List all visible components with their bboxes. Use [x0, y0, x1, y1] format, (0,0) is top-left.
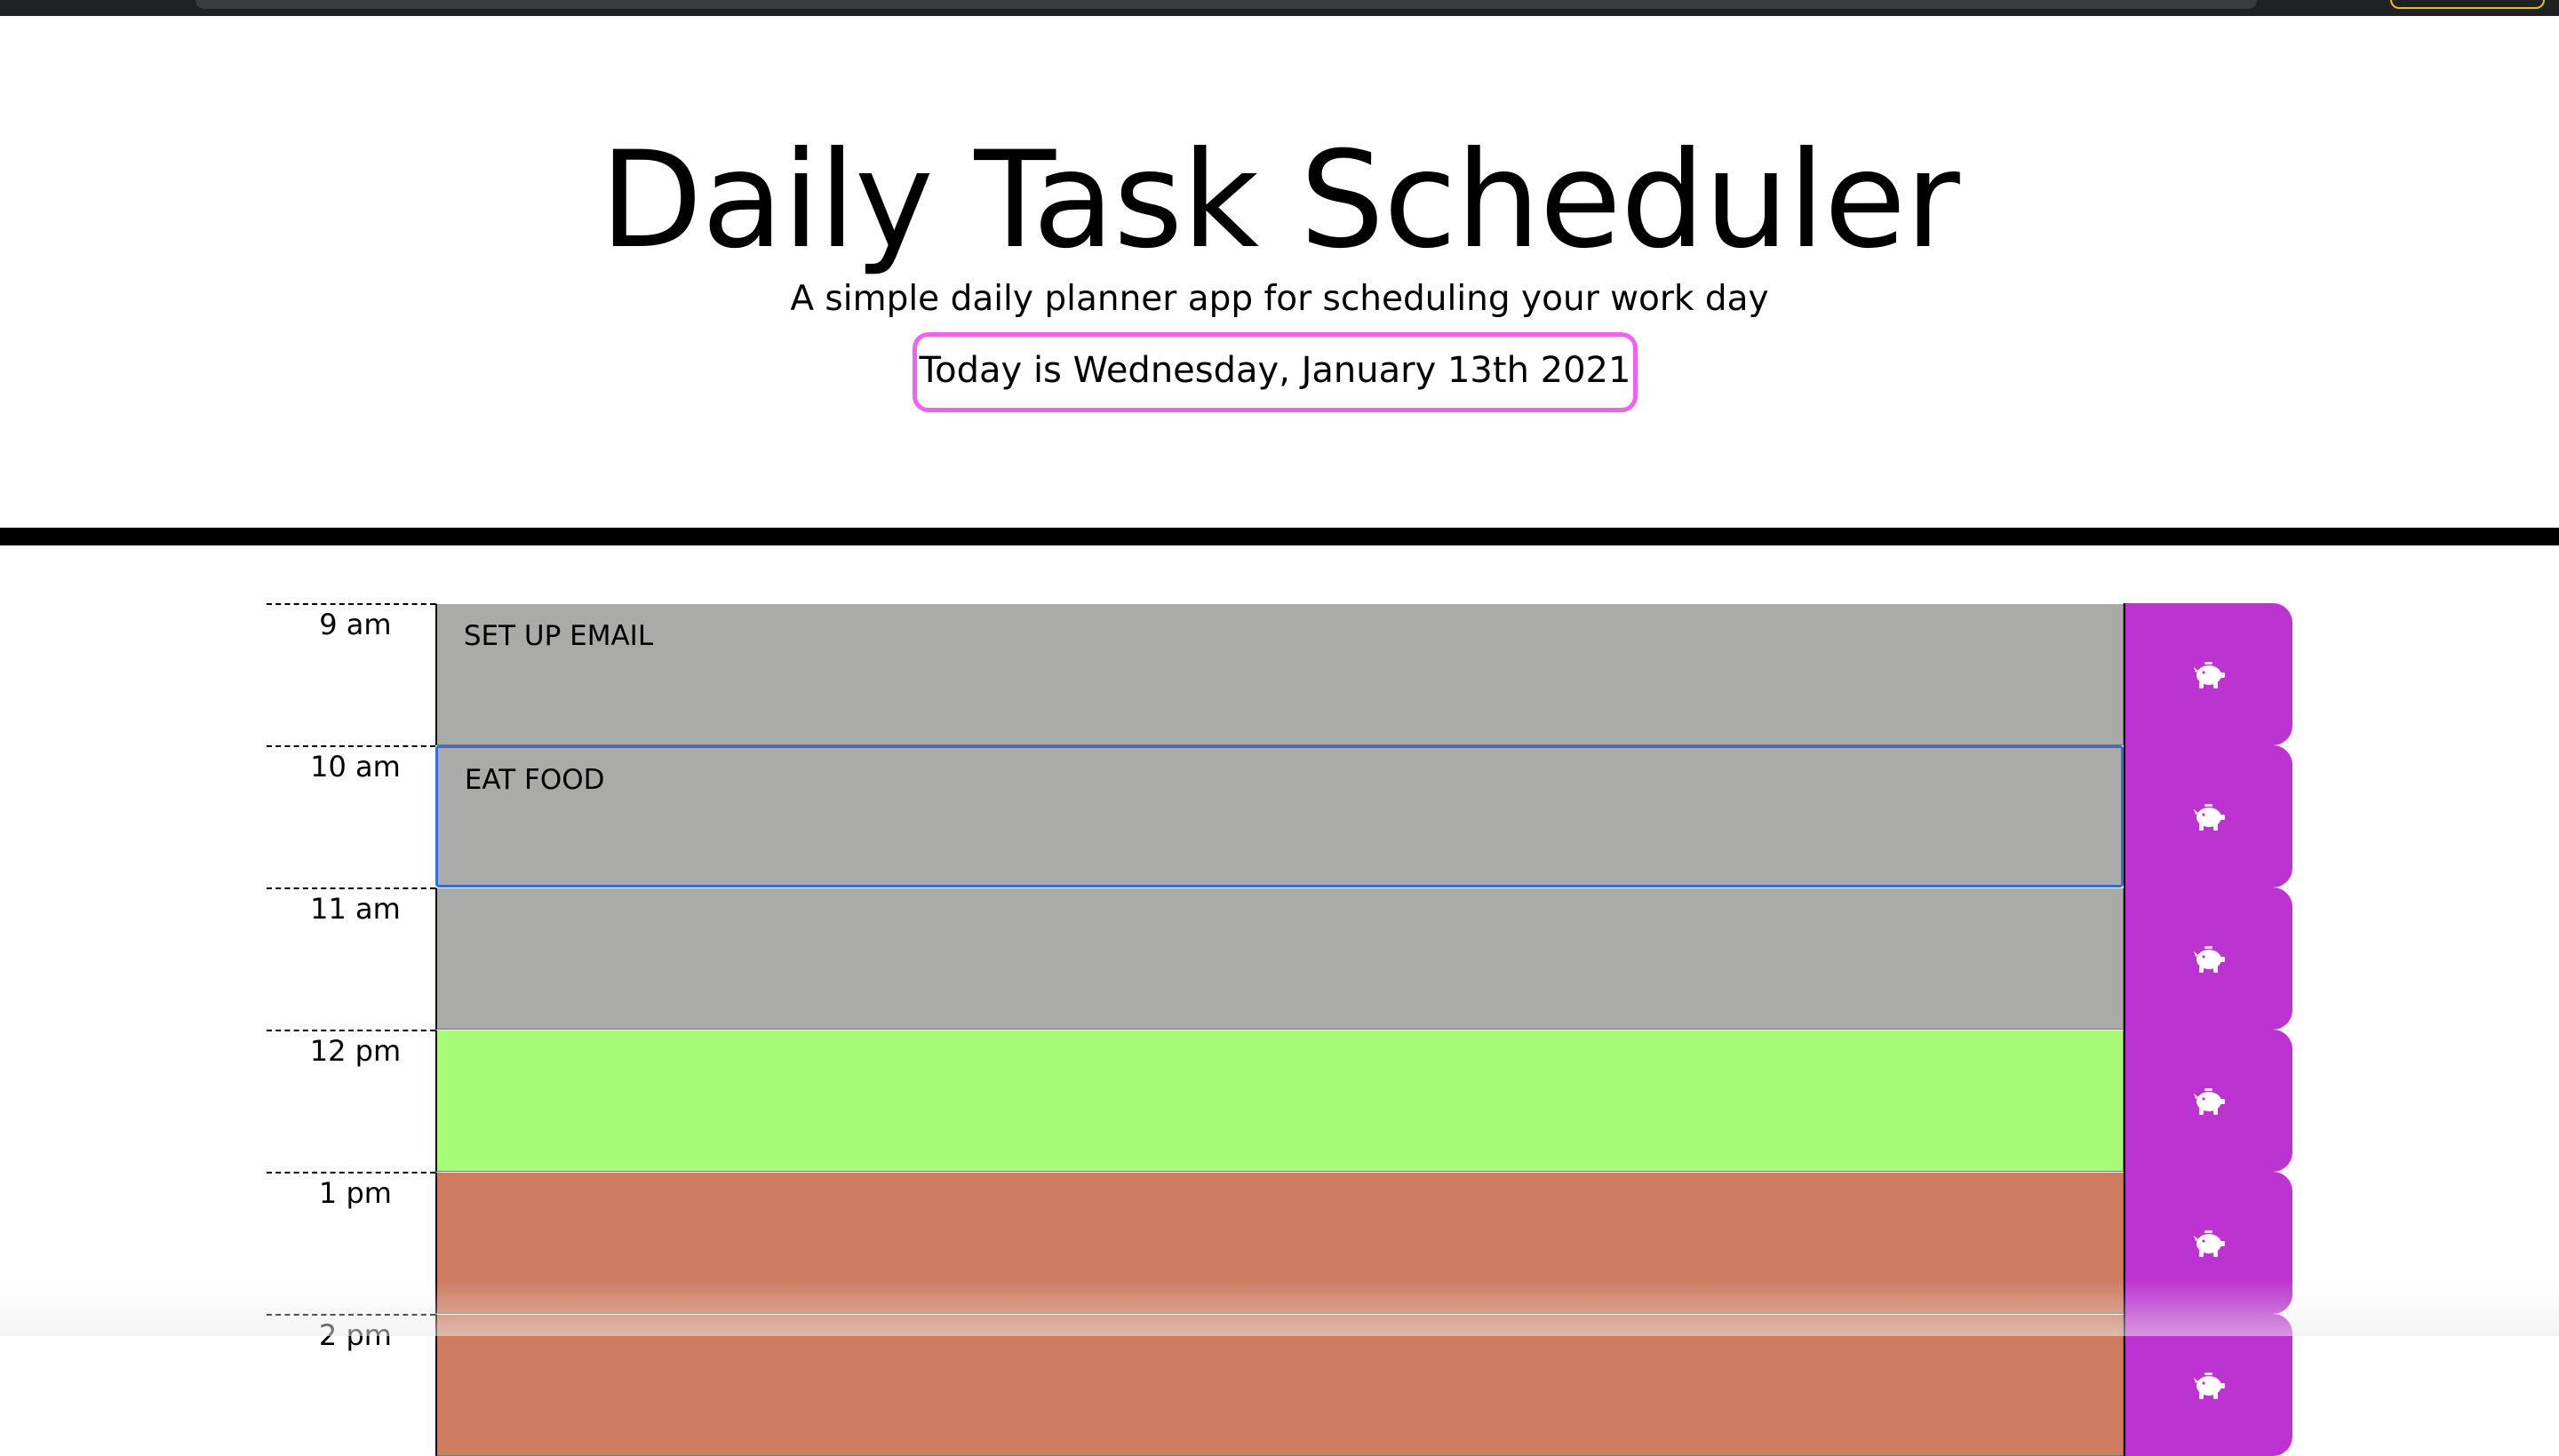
hour-label: 12 pm — [267, 1030, 435, 1172]
piggy-bank-icon — [2191, 1085, 2227, 1117]
schedule-container: 9 am SET UP EMAIL 10 am EAT FOOD 11 am 1… — [267, 603, 2292, 1456]
header-divider — [0, 528, 2559, 545]
task-description-input[interactable] — [434, 1314, 2125, 1456]
time-block-11am: 11 am — [267, 887, 2292, 1030]
header: Daily Task Scheduler A simple daily plan… — [0, 16, 2559, 528]
save-button[interactable] — [2124, 1030, 2292, 1172]
browser-toolbar — [0, 0, 2559, 16]
task-description-input[interactable]: SET UP EMAIL — [434, 603, 2125, 745]
piggy-bank-icon — [2191, 658, 2227, 690]
time-block-10am: 10 am EAT FOOD — [267, 745, 2292, 887]
time-block-1pm: 1 pm — [267, 1172, 2292, 1314]
hour-label: 9 am — [267, 603, 435, 745]
time-block-9am: 9 am SET UP EMAIL — [267, 603, 2292, 745]
hour-label: 11 am — [267, 887, 435, 1030]
save-button[interactable] — [2124, 887, 2292, 1030]
save-button[interactable] — [2124, 745, 2292, 887]
task-description-input[interactable] — [434, 1030, 2125, 1172]
save-button[interactable] — [2124, 1172, 2292, 1314]
address-bar[interactable] — [195, 0, 2257, 9]
save-button[interactable] — [2124, 603, 2292, 745]
profile-button[interactable] — [2390, 0, 2545, 9]
hour-label: 10 am — [267, 745, 435, 887]
piggy-bank-icon — [2191, 943, 2227, 975]
piggy-bank-icon — [2191, 1369, 2227, 1401]
page-subtitle: A simple daily planner app for schedulin… — [790, 279, 1769, 319]
hour-label: 1 pm — [267, 1172, 435, 1314]
page-title: Daily Task Scheduler — [600, 123, 1960, 278]
task-description-input[interactable] — [434, 887, 2125, 1030]
hour-label: 2 pm — [267, 1314, 435, 1456]
task-description-input[interactable] — [434, 1172, 2125, 1314]
current-day-display: Today is Wednesday, January 13th 2021 — [913, 332, 1638, 412]
time-block-12pm: 12 pm — [267, 1030, 2292, 1172]
time-block-2pm: 2 pm — [267, 1314, 2292, 1456]
task-description-input[interactable]: EAT FOOD — [434, 745, 2125, 887]
piggy-bank-icon — [2191, 800, 2227, 832]
save-button[interactable] — [2124, 1314, 2292, 1456]
piggy-bank-icon — [2191, 1227, 2227, 1259]
